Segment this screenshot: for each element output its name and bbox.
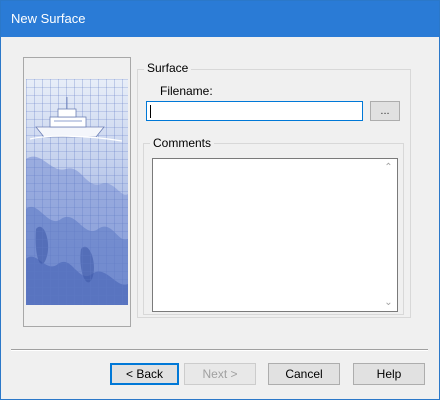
text-caret bbox=[150, 105, 151, 118]
comments-group-legend: Comments bbox=[150, 136, 215, 150]
boat-seafloor-image bbox=[26, 79, 128, 305]
filename-input[interactable] bbox=[146, 101, 363, 121]
button-separator bbox=[11, 349, 428, 351]
filename-label: Filename: bbox=[160, 84, 213, 98]
next-button[interactable]: Next > bbox=[184, 363, 256, 385]
cancel-button[interactable]: Cancel bbox=[268, 363, 340, 385]
window-title: New Surface bbox=[11, 11, 86, 26]
scroll-down-icon[interactable]: ⌄ bbox=[380, 294, 397, 311]
wizard-image-panel bbox=[23, 57, 131, 327]
scroll-up-icon[interactable]: ⌃ bbox=[380, 159, 397, 176]
browse-button[interactable]: ... bbox=[370, 101, 400, 121]
surface-group-legend: Surface bbox=[144, 61, 192, 75]
new-surface-dialog: New Surface Surface Filename: ... Commen… bbox=[0, 0, 440, 400]
title-bar[interactable]: New Surface bbox=[1, 1, 439, 37]
comments-textarea[interactable]: ⌃ ⌄ bbox=[152, 158, 398, 312]
comments-scrollbar[interactable]: ⌃ ⌄ bbox=[380, 159, 397, 311]
comments-groupbox: Comments ⌃ ⌄ bbox=[143, 136, 404, 315]
surface-groupbox: Surface Filename: ... Comments ⌃ ⌄ bbox=[137, 61, 411, 318]
back-button[interactable]: < Back bbox=[110, 363, 179, 385]
help-button[interactable]: Help bbox=[353, 363, 425, 385]
